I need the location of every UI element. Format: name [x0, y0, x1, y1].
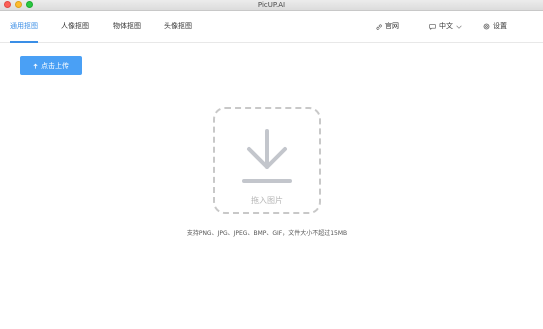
window-title: PicUP.AI — [257, 1, 286, 9]
tab-portrait-matting[interactable]: 人像抠图 — [61, 11, 89, 42]
tab-label: 通用抠图 — [10, 22, 38, 30]
click-upload-button[interactable]: 点击上传 — [20, 56, 82, 75]
website-label: 官网 — [385, 22, 399, 30]
website-link[interactable]: 官网 — [376, 11, 399, 42]
app-window: PicUP.AI 通用抠图 人像抠图 物体抠图 头像抠图 官网 中文 设置 点击… — [0, 0, 543, 329]
gear-icon — [483, 23, 490, 30]
image-drop-zone[interactable]: 拖入图片 — [213, 107, 321, 214]
link-icon — [376, 23, 382, 30]
tab-object-matting[interactable]: 物体抠图 — [113, 11, 141, 42]
download-arrow-icon — [242, 129, 292, 183]
upload-button-label: 点击上传 — [41, 61, 69, 70]
top-nav: 通用抠图 人像抠图 物体抠图 头像抠图 官网 中文 设置 — [0, 11, 543, 43]
drop-zone-label: 拖入图片 — [251, 196, 283, 205]
upload-arrow-icon — [33, 63, 38, 69]
tab-general-matting[interactable]: 通用抠图 — [10, 11, 38, 43]
file-format-hint: 支持PNG、JPG、JPEG、BMP、GIF，文件大小不超过15MB — [186, 230, 348, 237]
language-label: 中文 — [439, 22, 453, 30]
chat-bubble-icon — [429, 23, 436, 30]
settings-button[interactable]: 设置 — [483, 11, 507, 42]
title-bar: PicUP.AI — [0, 0, 543, 11]
language-selector[interactable]: 中文 — [429, 11, 462, 42]
tab-avatar-matting[interactable]: 头像抠图 — [164, 11, 192, 42]
active-tab-indicator — [10, 41, 38, 43]
settings-label: 设置 — [493, 22, 507, 30]
tab-label: 人像抠图 — [61, 22, 89, 30]
tab-label: 物体抠图 — [113, 22, 141, 30]
chevron-down-icon — [456, 25, 462, 29]
tab-label: 头像抠图 — [164, 22, 192, 30]
